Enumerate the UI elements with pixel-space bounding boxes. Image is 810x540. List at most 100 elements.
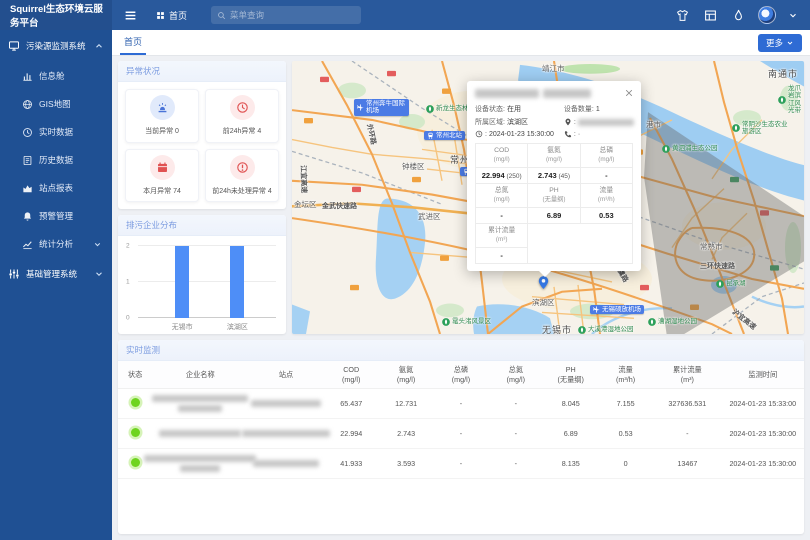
phone-icon — [564, 130, 572, 138]
search-icon — [217, 11, 226, 20]
abnormal-card[interactable]: 当前异常 0 — [125, 89, 199, 143]
blurred-text — [253, 460, 319, 467]
col-氨氮: 氨氮(mg/l) — [379, 361, 434, 389]
settings-icon — [8, 268, 20, 280]
sidebar-item-GIS地图[interactable]: GIS地图 — [0, 90, 112, 118]
gridline — [138, 317, 276, 318]
col-累计流量: 累计流量(m³) — [653, 361, 722, 389]
blurred-text — [178, 405, 222, 412]
abnormal-card[interactable]: 前24h异常 4 — [205, 89, 279, 143]
table-row[interactable]: 41.9333.593--8.1350134672024-01-23 15:30… — [118, 449, 804, 479]
search-input[interactable] — [230, 10, 355, 20]
poi-label: 无锡硕放机场 — [602, 306, 641, 313]
realtime-table: 状态企业名称站点COD(mg/l)氨氮(mg/l)总磷(mg/l)总氮(mg/l… — [118, 361, 804, 479]
col-COD: COD(mg/l) — [324, 361, 379, 389]
metric-value: 6.89 — [528, 208, 580, 224]
value-cell: 2024-01-23 15:33:00 — [722, 389, 804, 419]
more-button[interactable]: 更多 — [758, 34, 802, 52]
sidebar-group-label: 基础管理系统 — [26, 268, 77, 280]
close-icon[interactable] — [624, 85, 636, 97]
leaf-icon — [732, 124, 740, 132]
pin-icon — [564, 118, 572, 126]
leaf-icon — [578, 326, 586, 334]
blurred-station-name — [250, 460, 321, 467]
sidebar-item-历史数据[interactable]: 历史数据 — [0, 146, 112, 174]
field-value: 滨湖区 — [507, 117, 528, 127]
sidebar-item-label: 实时数据 — [39, 126, 73, 138]
avatar[interactable] — [758, 6, 776, 24]
sidebar-group-基础管理系统[interactable]: 基础管理系统 — [0, 258, 112, 290]
location-pin[interactable] — [536, 275, 551, 290]
panel-title: 异常状况 — [118, 61, 286, 82]
leaf-icon — [778, 96, 786, 104]
popup-field: :2024-01-23 15:30:00 — [475, 130, 562, 138]
blurred-text — [144, 455, 256, 462]
bar-chart: 012无锡市滨湖区 — [138, 246, 276, 318]
metric-header: 总磷(mg/l) — [580, 144, 632, 168]
col-状态: 状态 — [118, 361, 152, 389]
breadcrumb[interactable]: 首页 — [156, 9, 187, 22]
layout-icon[interactable] — [702, 7, 718, 23]
metric-value: 2.743 (45) — [528, 168, 580, 184]
menu-search[interactable] — [211, 6, 361, 24]
value-cell: 13467 — [653, 449, 722, 479]
metric-value: - — [476, 248, 528, 264]
poi-label: 鼋头渚风景区 — [452, 318, 491, 325]
value-cell: - — [488, 449, 543, 479]
status-cell — [118, 419, 152, 449]
value-cell: - — [434, 419, 489, 449]
device-metrics-table: COD(mg/l)氨氮(mg/l)总磷(mg/l)22.994 (250)2.7… — [475, 143, 633, 264]
blurred-text — [578, 119, 634, 126]
value-cell: 7.155 — [598, 389, 653, 419]
abnormal-card[interactable]: 前24h未处理异常 4 — [205, 149, 279, 203]
table-row[interactable]: 22.9942.743--6.890.53-2024-01-23 15:30:0… — [118, 419, 804, 449]
blurred-station-name — [250, 400, 321, 407]
map-road-label: 金武快速路 — [322, 201, 357, 211]
dashboard-icon — [22, 71, 33, 82]
sidebar-item-预警管理[interactable]: 预警管理 — [0, 202, 112, 230]
abnormal-card-label: 当前异常 0 — [145, 126, 179, 136]
value-cell: 8.045 — [543, 389, 598, 419]
tab-home[interactable]: 首页 — [120, 30, 146, 55]
popup-field: : — [564, 117, 635, 127]
table-row[interactable]: 65.43712.731--8.0457.155327636.5312024-0… — [118, 389, 804, 419]
value-cell: 3.593 — [379, 449, 434, 479]
sidebar-item-站点报表[interactable]: 站点报表 — [0, 174, 112, 202]
col-企业名称: 企业名称 — [152, 361, 248, 389]
menu-toggle-icon[interactable] — [122, 7, 138, 23]
status-cell — [118, 389, 152, 419]
flame-icon[interactable] — [730, 7, 746, 23]
value-cell: - — [434, 449, 489, 479]
value-cell: 2024-01-23 15:30:00 — [722, 449, 804, 479]
sidebar-item-实时数据[interactable]: 实时数据 — [0, 118, 112, 146]
theme-skin-icon[interactable] — [674, 7, 690, 23]
history-icon — [22, 155, 33, 166]
report-icon — [22, 183, 33, 194]
sidebar-item-信息舱[interactable]: 信息舱 — [0, 62, 112, 90]
value-cell: 0.53 — [598, 419, 653, 449]
sidebar-group-污染源监测系统[interactable]: 污染源监测系统 — [0, 30, 112, 62]
metric-header: 氨氮(mg/l) — [528, 144, 580, 168]
gridline — [138, 245, 276, 246]
map-road-label: 三环快速路 — [700, 261, 735, 271]
clock-icon — [22, 127, 33, 138]
device-name-blurred — [475, 89, 633, 98]
sidebar-item-统计分析[interactable]: 统计分析 — [0, 230, 112, 258]
empty-cell — [528, 224, 633, 264]
sidebar-group-label: 污染源监测系统 — [26, 40, 86, 52]
abnormal-card[interactable]: 本月异常 74 — [125, 149, 199, 203]
map-city-label: 钟楼区 — [402, 161, 425, 172]
station-cell — [248, 419, 323, 449]
value-cell: 0 — [598, 449, 653, 479]
chevron-down-icon[interactable] — [788, 7, 798, 23]
globe-icon — [22, 99, 33, 110]
bar-滨湖区 — [230, 246, 244, 318]
blurred-company-name — [154, 430, 246, 437]
popup-field: :· — [564, 130, 635, 138]
enterprise-distribution-panel: 排污企业分布 012无锡市滨湖区 — [118, 215, 286, 334]
gis-map[interactable]: 靖江市南通市常州市钟楼区金坛区武进区港市常熟市滨湖区无锡市金武快速路三环快速路外… — [292, 61, 804, 334]
field-value: 2024-01-23 15:30:00 — [489, 131, 554, 138]
map-poi-green: 黄泗浦生态公园 — [662, 145, 718, 153]
blurred-text — [152, 395, 248, 402]
map-city-label: 无锡市 — [542, 323, 572, 334]
